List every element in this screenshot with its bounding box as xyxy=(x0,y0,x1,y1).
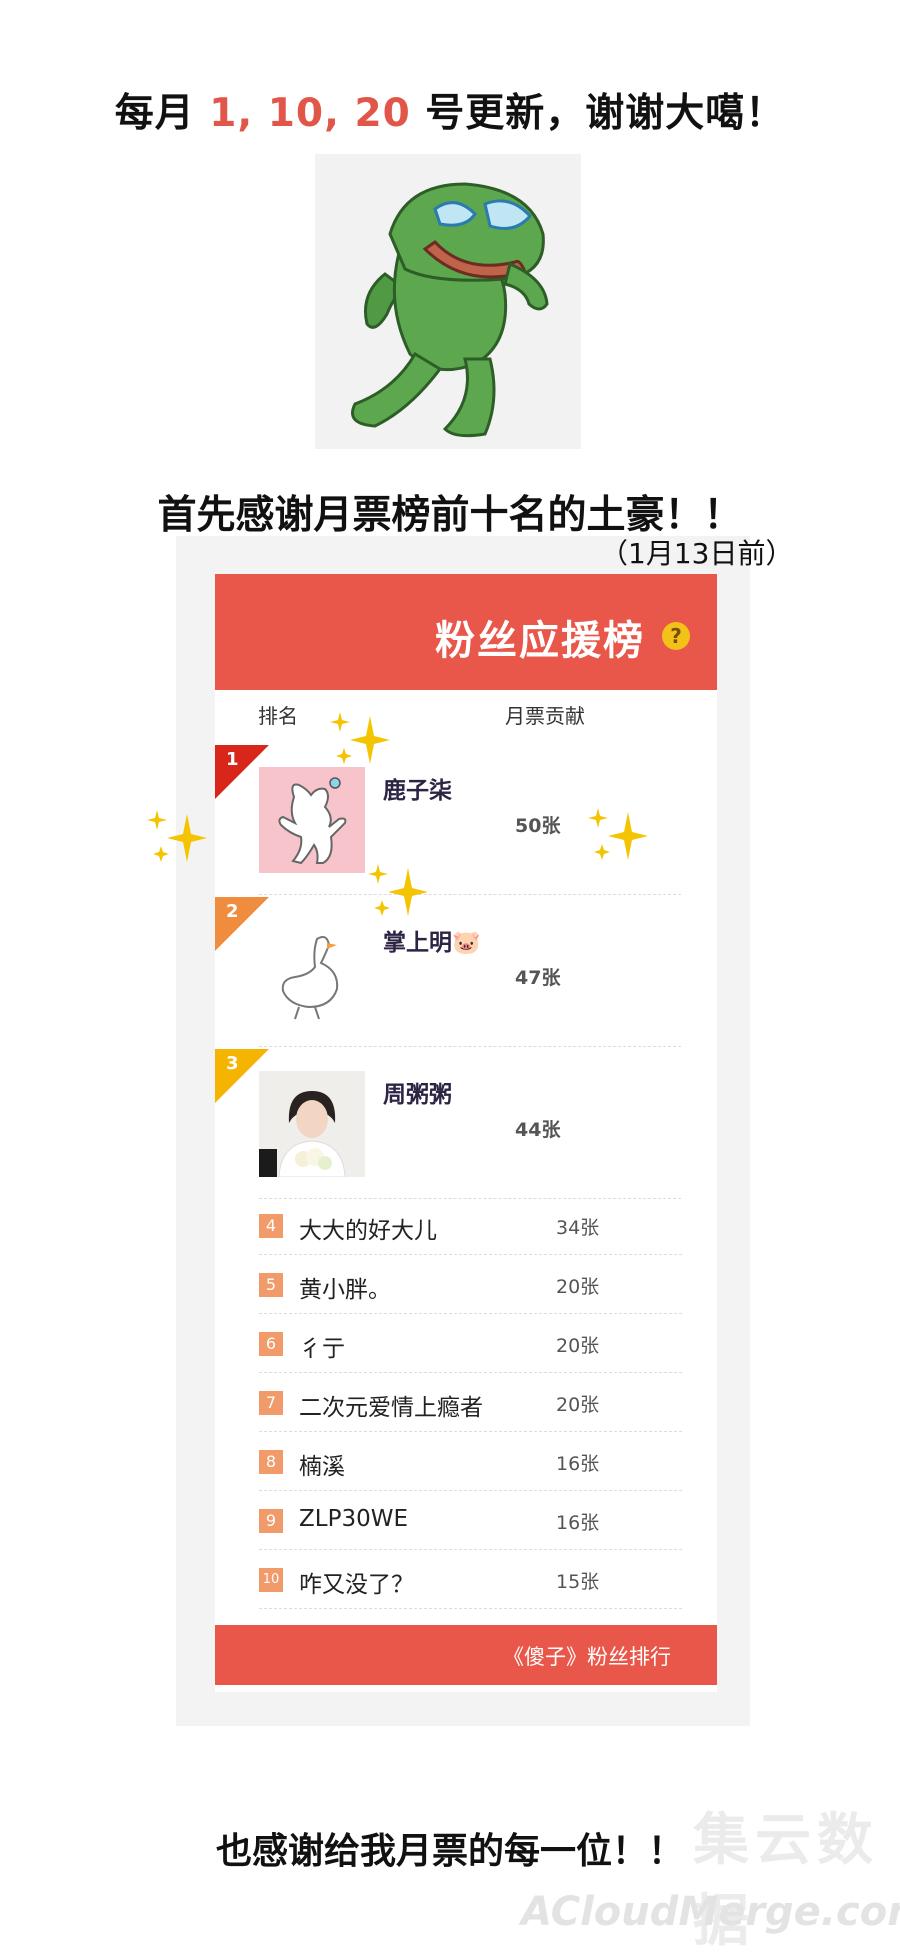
sparkle-icon xyxy=(588,808,648,860)
fan-ranking-link[interactable]: 《傻子》粉丝排行 xyxy=(503,1641,671,1671)
divider xyxy=(259,1549,682,1550)
date-note: （1月13日前） xyxy=(600,537,794,570)
rank-badge: 5 xyxy=(259,1273,283,1297)
divider xyxy=(259,894,681,895)
list-item: 10 咋又没了？ 15张 xyxy=(259,1551,682,1609)
header-dates: 1, 10, 20 xyxy=(209,91,411,136)
column-header-votes: 月票贡献 xyxy=(505,704,585,728)
fan-name: 大大的好大儿 xyxy=(299,1218,437,1244)
fan-name: ZLP30WE xyxy=(299,1506,408,1532)
divider xyxy=(259,1608,682,1609)
list-item: 9 ZLP30WE 16张 xyxy=(259,1492,682,1550)
top-entry-votes: 47张 xyxy=(515,967,561,989)
list-item: 5 黄小胖。 20张 xyxy=(259,1256,682,1314)
fan-name: 彳亍 xyxy=(299,1336,345,1362)
avatar xyxy=(259,767,365,873)
portrait-photo-icon xyxy=(259,1071,365,1178)
fan-votes: 20张 xyxy=(556,1394,600,1416)
crying-frog-icon xyxy=(351,182,549,438)
leaderboard-header: 粉丝应援榜 ? xyxy=(215,574,717,690)
sparkle-icon xyxy=(330,712,390,764)
header-prefix: 每月 xyxy=(114,91,210,136)
fan-votes: 16张 xyxy=(556,1453,600,1475)
divider xyxy=(259,1431,682,1432)
fan-name: 咋又没了？ xyxy=(299,1572,414,1598)
header-suffix: 号更新，谢谢大噶！ xyxy=(410,91,786,136)
top-entry-name: 鹿子柒 xyxy=(383,778,452,804)
rank-badge: 8 xyxy=(259,1450,283,1474)
frog-sticker-image xyxy=(315,154,581,449)
divider xyxy=(259,1372,682,1373)
leaderboard-title: 粉丝应援榜 xyxy=(435,618,645,664)
header-update-line: 每月 1, 10, 20 号更新，谢谢大噶！ xyxy=(0,82,900,138)
list-item: 6 彳亍 20张 xyxy=(259,1315,682,1373)
rank-badge: 10 xyxy=(259,1568,283,1592)
rank-badge: 7 xyxy=(259,1391,283,1415)
rank-badge: 6 xyxy=(259,1332,283,1356)
fan-votes: 16张 xyxy=(556,1512,600,1534)
sparkle-icon xyxy=(147,810,207,862)
list-item: 4 大大的好大儿 34张 xyxy=(259,1197,682,1255)
divider xyxy=(259,1254,682,1255)
rank-number: 2 xyxy=(226,901,239,922)
top-entry-name: 掌上明🐷 xyxy=(383,930,481,956)
avatar xyxy=(259,1071,365,1178)
rank-badge: 9 xyxy=(259,1509,283,1533)
list-item: 7 二次元爱情上瘾者 20张 xyxy=(259,1374,682,1432)
fan-name: 二次元爱情上瘾者 xyxy=(299,1395,483,1421)
divider xyxy=(259,1046,681,1047)
rank-number: 1 xyxy=(226,749,239,770)
top-entry-3: 3 周粥粥 44张 xyxy=(215,1049,717,1199)
watermark-url: ACloudMerge.com xyxy=(521,1889,900,1935)
list-item: 8 楠溪 16张 xyxy=(259,1433,682,1491)
avatar xyxy=(259,919,365,1025)
help-icon[interactable]: ? xyxy=(662,622,690,650)
top-entry-name: 周粥粥 xyxy=(383,1082,452,1108)
top-entry-votes: 44张 xyxy=(515,1119,561,1141)
goose-sketch-icon xyxy=(281,936,339,1020)
top-entry-votes: 50张 xyxy=(515,815,561,837)
fan-votes: 34张 xyxy=(556,1217,600,1239)
divider xyxy=(259,1490,682,1491)
sparkle-icon xyxy=(368,864,428,916)
divider xyxy=(259,1313,682,1314)
fan-votes: 20张 xyxy=(556,1276,600,1298)
fan-votes: 15张 xyxy=(556,1571,600,1593)
fan-votes: 20张 xyxy=(556,1335,600,1357)
cat-dancing-icon xyxy=(278,777,347,865)
rank-badge: 4 xyxy=(259,1214,283,1238)
fan-name: 楠溪 xyxy=(299,1454,345,1480)
leaderboard-footer: 《傻子》粉丝排行 xyxy=(215,1625,717,1685)
fan-name: 黄小胖。 xyxy=(299,1277,391,1303)
top-entry-2: 2 掌上明🐷 47张 xyxy=(215,897,717,1047)
rank-number: 3 xyxy=(226,1053,239,1074)
column-header-rank: 排名 xyxy=(258,704,298,728)
